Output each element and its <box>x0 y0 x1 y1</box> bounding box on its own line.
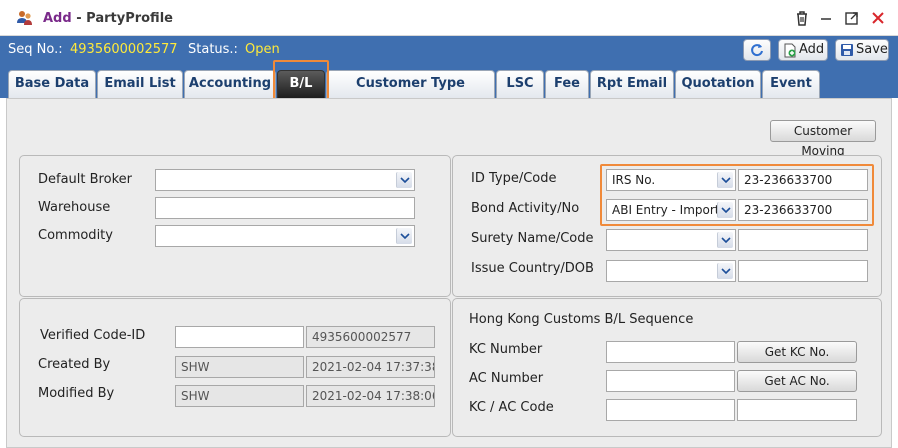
audit-panel: Verified Code-ID 4935600002577 Created B… <box>19 298 451 437</box>
save-button[interactable]: Save <box>835 39 889 61</box>
title-separator: - <box>71 11 87 26</box>
add-button[interactable]: Add <box>778 39 828 61</box>
save-button-label: Save <box>856 42 888 57</box>
restore-icon[interactable] <box>843 9 861 27</box>
verified-label: Verified Code-ID <box>40 328 146 343</box>
refresh-button[interactable] <box>743 39 771 61</box>
modified-by-label: Modified By <box>38 386 115 401</box>
tab-rpt-email[interactable]: Rpt Email <box>590 70 674 98</box>
tab-lsc[interactable]: LSC <box>496 70 544 98</box>
id-type-label: ID Type/Code <box>471 171 557 186</box>
modified-by-field: SHW <box>175 385 304 407</box>
tab-email-list[interactable]: Email List <box>97 70 183 98</box>
dob-field[interactable] <box>738 260 868 282</box>
issue-country-label: Issue Country/DOB <box>471 261 594 276</box>
tab-accounting[interactable]: Accounting <box>184 70 276 98</box>
bond-activity-label: Bond Activity/No <box>471 201 580 216</box>
created-at-field: 2021-02-04 17:37:38 <box>306 356 435 378</box>
tab-event[interactable]: Event <box>762 70 820 98</box>
tab-fee[interactable]: Fee <box>545 70 589 98</box>
hk-customs-panel: Hong Kong Customs B/L Sequence KC Number… <box>452 298 882 437</box>
surety-name-select[interactable] <box>606 229 736 251</box>
surety-label: Surety Name/Code <box>471 231 594 246</box>
minimize-icon[interactable] <box>817 9 835 27</box>
window-title: Add - PartyProfile <box>43 11 173 26</box>
kc-number-label: KC Number <box>469 342 543 357</box>
status-value: Open <box>245 42 280 57</box>
tab-strip: Base Data Email List Accounting B/L Cust… <box>0 64 898 117</box>
id-panel: ID Type/Code IRS No. 23-236633700 Bond A… <box>452 155 882 297</box>
add-button-label: Add <box>799 42 825 57</box>
status-label: Status.: <box>188 42 238 57</box>
modified-at-field: 2021-02-04 17:38:06 <box>306 385 435 407</box>
ac-number-label: AC Number <box>469 371 544 386</box>
title-bar: Add - PartyProfile <box>0 0 898 36</box>
trash-icon[interactable] <box>793 9 811 27</box>
issue-country-select[interactable] <box>606 260 736 282</box>
created-by-label: Created By <box>38 357 111 372</box>
kc-code-field[interactable] <box>606 399 735 421</box>
broker-panel: Default Broker Warehouse Commodity <box>19 155 451 297</box>
hk-customs-heading: Hong Kong Customs B/L Sequence <box>469 312 694 327</box>
verified-id-field: 4935600002577 <box>306 326 435 348</box>
close-icon[interactable] <box>869 9 887 27</box>
customer-moving-button[interactable]: Customer Moving <box>770 120 876 158</box>
tab-base-data[interactable]: Base Data <box>8 70 96 98</box>
chevron-down-icon[interactable] <box>396 172 412 188</box>
chevron-down-icon[interactable] <box>717 232 733 248</box>
chevron-down-icon[interactable] <box>396 228 412 244</box>
default-broker-label: Default Broker <box>38 172 132 187</box>
verified-code-field[interactable] <box>175 326 304 348</box>
id-highlight-box <box>600 164 874 226</box>
ac-code-field[interactable] <box>737 399 857 421</box>
tab-quotation[interactable]: Quotation <box>675 70 761 98</box>
kc-ac-code-label: KC / AC Code <box>469 400 554 415</box>
get-kc-button[interactable]: Get KC No. <box>737 341 857 363</box>
ac-number-field[interactable] <box>606 370 735 392</box>
bl-content: Customer Moving Default Broker Warehouse… <box>6 98 892 448</box>
warehouse-field[interactable] <box>155 197 415 219</box>
default-broker-select[interactable] <box>155 169 415 191</box>
active-tab-highlight <box>273 60 329 102</box>
tab-customer-type-setting[interactable]: Customer Type Setting <box>326 70 495 117</box>
surety-code-field[interactable] <box>738 229 868 251</box>
get-ac-button[interactable]: Get AC No. <box>737 370 857 392</box>
window-mode: Add <box>43 11 72 26</box>
status-bar: Seq No.: 4935600002577 Status.: Open Add… <box>0 36 898 64</box>
window-title-text: PartyProfile <box>86 11 173 26</box>
seq-no-value: 4935600002577 <box>70 42 178 57</box>
commodity-select[interactable] <box>155 225 415 247</box>
people-icon <box>16 9 34 27</box>
chevron-down-icon[interactable] <box>717 263 733 279</box>
kc-number-field[interactable] <box>606 341 735 363</box>
created-by-field: SHW <box>175 356 304 378</box>
commodity-label: Commodity <box>38 228 113 243</box>
warehouse-label: Warehouse <box>38 200 111 215</box>
seq-no-label: Seq No.: <box>8 42 63 57</box>
